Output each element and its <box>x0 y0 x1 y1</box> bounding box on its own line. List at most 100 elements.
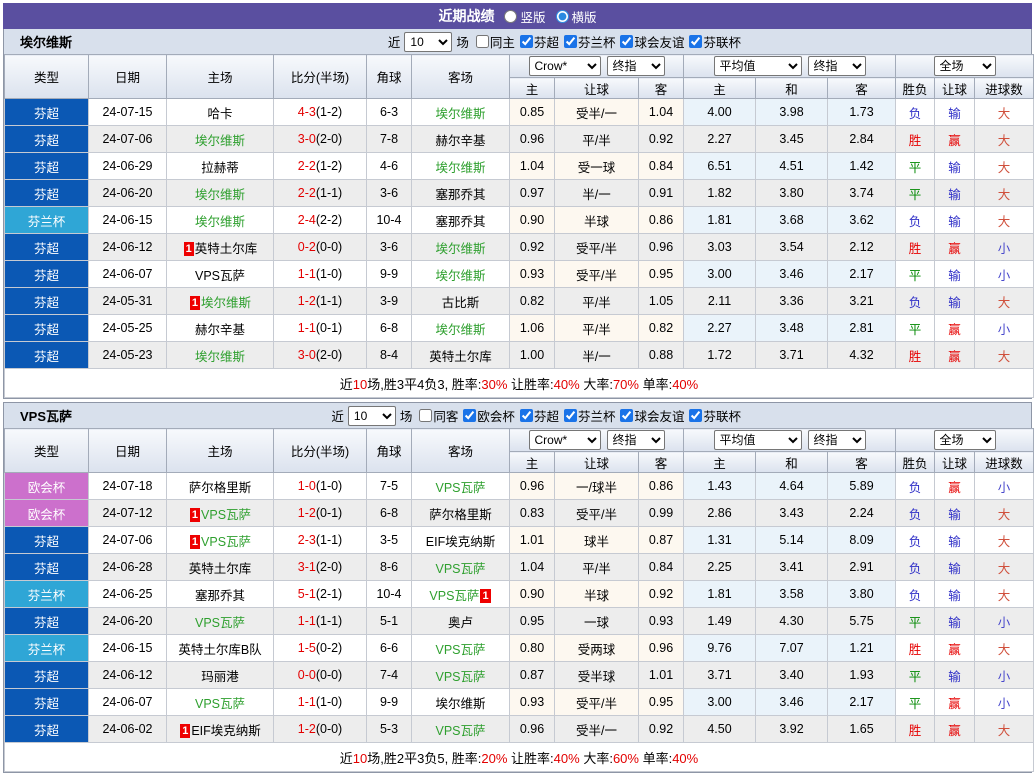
odds-handicap-cell: 一/球半 <box>555 473 639 500</box>
same-venue-filter[interactable]: 同主 <box>476 32 515 51</box>
odds-source-select[interactable]: Crow* <box>529 56 601 76</box>
team-link: VPS瓦萨 <box>435 481 485 495</box>
competition-filter[interactable]: 芬兰杯 <box>564 406 616 425</box>
recent-count-select[interactable]: 10 <box>348 406 396 426</box>
goals-result-cell: 小 <box>975 608 1034 635</box>
fulltime-score: 3-0 <box>298 132 316 146</box>
competition-checkbox[interactable] <box>463 409 476 422</box>
corners-cell: 3-6 <box>367 180 412 207</box>
competition-filter[interactable]: 芬兰杯 <box>564 32 616 51</box>
competition-filter[interactable]: 欧会杯 <box>463 406 515 425</box>
summary-stat-value: 40% <box>554 751 580 766</box>
avg-draw-cell: 4.30 <box>756 608 828 635</box>
halftime-score: (1-2) <box>316 105 342 119</box>
avg-draw-cell: 3.80 <box>756 180 828 207</box>
red-card-badge: 1 <box>190 535 200 549</box>
date-cell: 24-06-20 <box>89 180 167 207</box>
avg-away-cell: 1.42 <box>828 153 896 180</box>
halftime-score: (1-0) <box>316 267 342 281</box>
competition-checkbox[interactable] <box>564 409 577 422</box>
halftime-score: (0-1) <box>316 321 342 335</box>
odds-away-cell: 0.95 <box>639 261 684 288</box>
team-link: 奥卢 <box>448 616 473 630</box>
summary-text: 让胜率: <box>507 377 553 392</box>
competition-filter[interactable]: 芬联杯 <box>689 406 741 425</box>
handicap-result-cell: 输 <box>935 608 975 635</box>
horizontal-layout-radio[interactable] <box>556 10 569 23</box>
match-row: 芬超24-06-20VPS瓦萨1-1(1-1)5-1奥卢0.95一球0.931.… <box>5 608 1034 635</box>
scope-select[interactable]: 全场 <box>934 430 996 450</box>
matches-table: 类型 日期 主场 比分(半场) 角球 客场 Crow* 终指 平均值 <box>4 428 1034 772</box>
corners-cell: 7-8 <box>367 126 412 153</box>
red-card-badge: 1 <box>190 296 200 310</box>
halftime-score: (1-0) <box>316 695 342 709</box>
odds-time-select[interactable]: 终指 <box>607 56 665 76</box>
competition-cell: 芬超 <box>5 180 89 207</box>
competition-filter[interactable]: 芬超 <box>520 32 559 51</box>
odds-time-select[interactable]: 终指 <box>607 430 665 450</box>
result-cell: 平 <box>896 662 935 689</box>
competition-cell: 芬超 <box>5 99 89 126</box>
avg-away-cell: 2.17 <box>828 261 896 288</box>
avg-time-select[interactable]: 终指 <box>808 56 866 76</box>
competition-checkbox[interactable] <box>689 409 702 422</box>
competition-filter[interactable]: 球会友谊 <box>620 406 684 425</box>
home-team-cell: 1EIF埃克纳斯 <box>167 716 274 743</box>
odds-group-header: Crow* 终指 <box>510 55 684 78</box>
competition-checkbox[interactable] <box>620 35 633 48</box>
home-team-cell: 英特土尔库B队 <box>167 635 274 662</box>
same-venue-checkbox[interactable] <box>476 35 489 48</box>
result-cell: 胜 <box>896 126 935 153</box>
date-cell: 24-06-07 <box>89 689 167 716</box>
competition-checkbox[interactable] <box>620 409 633 422</box>
team-link: 埃尔维斯 <box>195 188 245 202</box>
home-team-cell: 英特土尔库 <box>167 554 274 581</box>
competition-checkbox[interactable] <box>520 35 533 48</box>
competition-checkbox[interactable] <box>520 409 533 422</box>
competition-filter[interactable]: 芬联杯 <box>689 32 741 51</box>
score-cell: 1-1(1-1) <box>274 608 367 635</box>
avg-source-select[interactable]: 平均值 <box>714 56 802 76</box>
filter-bar: 近 10 场 同客 欧会杯芬超芬兰杯球会友谊芬联杯 <box>329 403 741 428</box>
avg-draw-cell: 3.36 <box>756 288 828 315</box>
home-team-cell: 1VPS瓦萨 <box>167 527 274 554</box>
layout-option-horizontal[interactable]: 横版 <box>556 7 597 26</box>
avg-source-select[interactable]: 平均值 <box>714 430 802 450</box>
handicap-result-cell: 输 <box>935 261 975 288</box>
vertical-layout-radio[interactable] <box>504 10 517 23</box>
avg-home-cell: 2.11 <box>684 288 756 315</box>
match-row: 芬超24-05-23埃尔维斯3-0(2-0)8-4英特土尔库1.00半/一0.8… <box>5 342 1034 369</box>
layout-option-vertical[interactable]: 竖版 <box>504 7 545 26</box>
same-venue-checkbox[interactable] <box>419 409 432 422</box>
avg-away-cell: 4.32 <box>828 342 896 369</box>
odds-source-select[interactable]: Crow* <box>529 430 601 450</box>
odds-away-cell: 0.96 <box>639 635 684 662</box>
avg-draw-cell: 3.46 <box>756 689 828 716</box>
scope-select[interactable]: 全场 <box>934 56 996 76</box>
competition-label: 芬联杯 <box>703 32 741 51</box>
avg-time-select[interactable]: 终指 <box>808 430 866 450</box>
competition-filter[interactable]: 球会友谊 <box>620 32 684 51</box>
team-link: 埃尔维斯 <box>435 323 485 337</box>
handicap-result-cell: 输 <box>935 500 975 527</box>
corners-cell: 5-1 <box>367 608 412 635</box>
odds-home-cell: 0.97 <box>510 180 555 207</box>
competition-filter[interactable]: 芬超 <box>520 406 559 425</box>
score-cell: 4-3(1-2) <box>274 99 367 126</box>
same-venue-filter[interactable]: 同客 <box>419 406 458 425</box>
odds-home-cell: 1.04 <box>510 554 555 581</box>
away-team-cell: 塞那乔其 <box>412 207 510 234</box>
odds-home-cell: 0.82 <box>510 288 555 315</box>
team-link: VPS瓦萨 <box>429 589 479 603</box>
odds-handicap-cell: 受平/半 <box>555 261 639 288</box>
competition-checkbox[interactable] <box>564 35 577 48</box>
odds-home-cell: 1.01 <box>510 527 555 554</box>
recent-count-select[interactable]: 10 <box>404 32 452 52</box>
team-link: 埃尔维斯 <box>195 215 245 229</box>
date-cell: 24-07-18 <box>89 473 167 500</box>
competition-checkbox[interactable] <box>689 35 702 48</box>
team-link: 埃尔维斯 <box>435 107 485 121</box>
avg-home-cell: 1.81 <box>684 581 756 608</box>
odds-away-cell: 0.82 <box>639 315 684 342</box>
competition-cell: 芬兰杯 <box>5 581 89 608</box>
